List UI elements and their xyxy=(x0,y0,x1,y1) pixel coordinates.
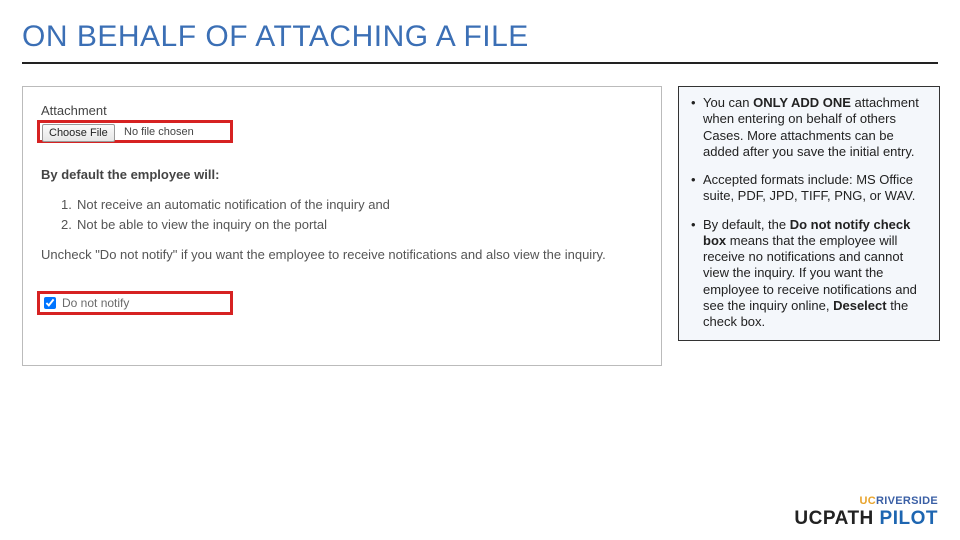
info-text: You can xyxy=(703,95,753,110)
attachment-label: Attachment xyxy=(41,103,107,118)
do-not-notify-checkbox[interactable] xyxy=(44,297,56,309)
list-number: 1. xyxy=(61,195,77,215)
choose-file-button[interactable]: Choose File xyxy=(42,124,115,142)
logo-line-1: UCRIVERSIDE xyxy=(794,496,938,507)
form-screenshot: Attachment Choose File No file chosen By… xyxy=(22,86,662,366)
page-title: ON BEHALF OF ATTACHING A FILE xyxy=(22,20,529,54)
title-underline xyxy=(22,62,938,64)
logo-pilot: PILOT xyxy=(880,508,938,529)
info-bullet-3: By default, the Do not notify check box … xyxy=(689,217,929,331)
attachment-highlight: Choose File No file chosen xyxy=(37,120,233,143)
info-bold: ONLY ADD ONE xyxy=(753,95,851,110)
list-text: Not receive an automatic notification of… xyxy=(77,197,390,212)
logo-uc: UC xyxy=(860,495,877,507)
do-not-notify-label: Do not notify xyxy=(62,296,129,310)
list-item: 2.Not be able to view the inquiry on the… xyxy=(61,215,390,235)
logo-riverside: RIVERSIDE xyxy=(876,495,938,507)
slide: ON BEHALF OF ATTACHING A FILE Attachment… xyxy=(0,0,960,540)
footer-logo: UCRIVERSIDE UCPATH PILOT xyxy=(794,496,938,528)
list-number: 2. xyxy=(61,215,77,235)
info-bullet-2: Accepted formats include: MS Office suit… xyxy=(689,172,929,205)
list-item: 1.Not receive an automatic notification … xyxy=(61,195,390,215)
no-file-chosen-text: No file chosen xyxy=(124,126,194,138)
info-bold: Deselect xyxy=(833,298,886,313)
info-text: By default, the xyxy=(703,217,790,232)
uncheck-note: Uncheck "Do not notify" if you want the … xyxy=(41,247,643,262)
default-header: By default the employee will: xyxy=(41,167,219,182)
default-list: 1.Not receive an automatic notification … xyxy=(61,195,390,235)
logo-line-2: UCPATH PILOT xyxy=(794,509,938,528)
logo-ucpath: UCPATH xyxy=(794,508,873,529)
info-panel: You can ONLY ADD ONE attachment when ent… xyxy=(678,86,940,341)
do-not-notify-highlight: Do not notify xyxy=(37,291,233,315)
list-text: Not be able to view the inquiry on the p… xyxy=(77,217,327,232)
info-bullet-1: You can ONLY ADD ONE attachment when ent… xyxy=(689,95,929,160)
